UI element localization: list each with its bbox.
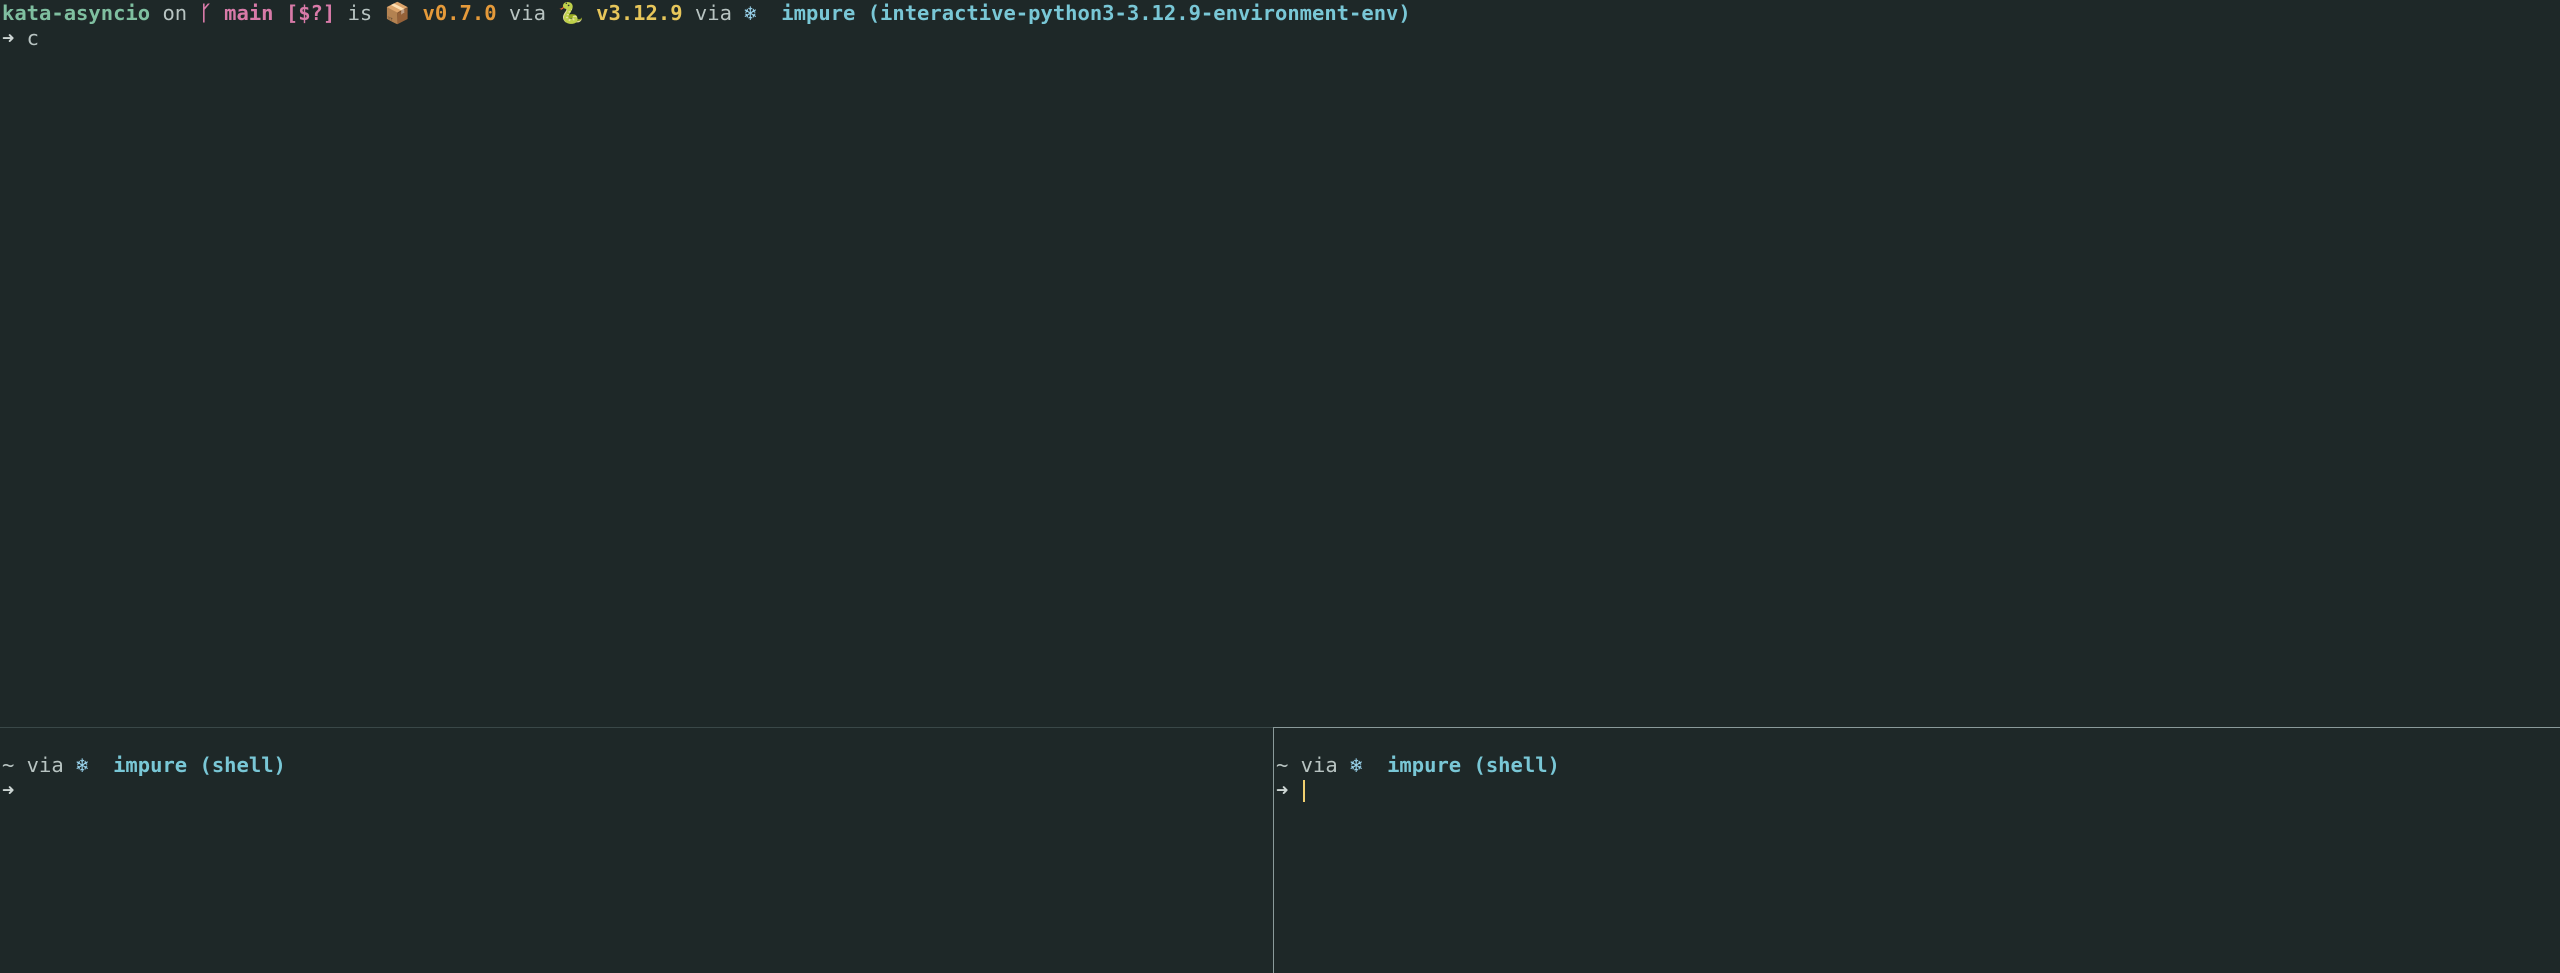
terminal-pane-bottom-left[interactable]: ~ via ❄ impure (shell) ➜ [0, 728, 1273, 973]
nix-shell-status: impure (interactive-python3-3.12.9-envir… [756, 1, 1411, 25]
prompt-directory: ~ [2, 753, 15, 777]
input-line[interactable]: ➜ [1274, 778, 2560, 803]
python-icon: 🐍 [558, 1, 584, 25]
git-branch-status: [$?] [273, 1, 336, 25]
prompt-arrow-icon: ➜ [2, 26, 15, 50]
prompt-line: ~ via ❄ impure (shell) [0, 753, 1273, 778]
input-line[interactable]: ➜ [0, 778, 1273, 803]
nix-snowflake-icon: ❄ [76, 753, 89, 777]
package-icon: 📦 [384, 1, 411, 25]
prompt-via-text: via [682, 1, 745, 25]
prompt-via-text: via [14, 753, 77, 777]
prompt-via-text: via [1288, 753, 1351, 777]
nix-shell-status: impure (shell) [88, 753, 286, 777]
prompt-arrow-icon: ➜ [1276, 778, 1289, 802]
command-input[interactable]: c [14, 26, 39, 50]
nix-shell-status: impure (shell) [1362, 753, 1560, 777]
nix-snowflake-icon: ❄ [744, 1, 757, 25]
nix-snowflake-icon: ❄ [1350, 753, 1363, 777]
prompt-on-text: on [150, 1, 200, 25]
prompt-arrow-icon: ➜ [2, 778, 15, 802]
prompt-directory: kata-asyncio [2, 1, 151, 25]
prompt-is-text: is [335, 1, 385, 25]
input-line[interactable]: ➜ c [0, 26, 2560, 51]
package-version: v0.7.0 [410, 1, 497, 25]
python-version: v3.12.9 [583, 1, 683, 25]
prompt-via-text: via [496, 1, 559, 25]
text-cursor [1302, 780, 1305, 802]
prompt-directory: ~ [1276, 753, 1289, 777]
prompt-line: kata-asyncio on ᚴ main [$?] is 📦 v0.7.0 … [0, 1, 2560, 26]
git-branch-name: main [224, 1, 274, 25]
terminal-pane-top[interactable]: kata-asyncio on ᚴ main [$?] is 📦 v0.7.0 … [0, 0, 2560, 727]
git-branch-icon: ᚴ [199, 1, 225, 25]
terminal-pane-bottom-right[interactable]: ~ via ❄ impure (shell) ➜ [1274, 728, 2560, 973]
prompt-line: ~ via ❄ impure (shell) [1274, 753, 2560, 778]
